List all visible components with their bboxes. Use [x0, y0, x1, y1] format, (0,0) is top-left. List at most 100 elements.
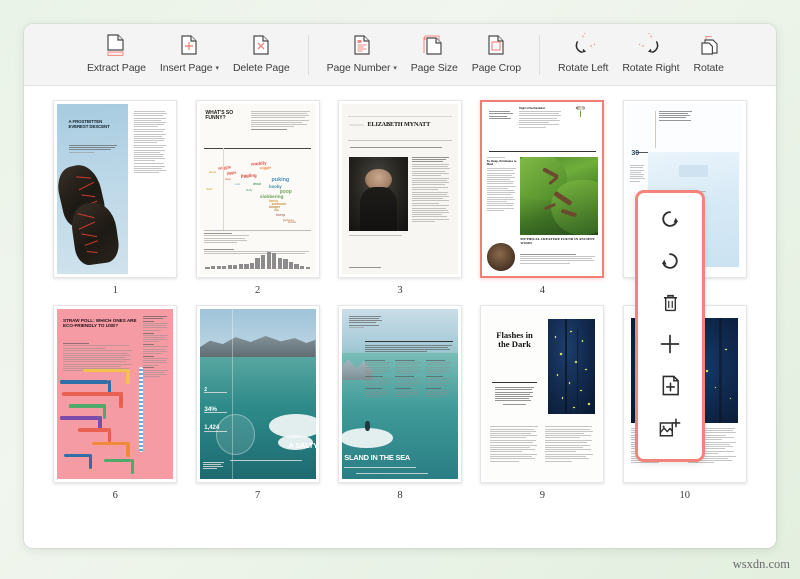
panel-insert-page-button[interactable] — [650, 371, 690, 405]
rotate-right-button[interactable]: Rotate Right — [615, 29, 686, 74]
page8-deck — [344, 467, 453, 469]
bar — [233, 265, 237, 269]
page-thumbnail-7[interactable]: 234%1,424 A SALTY — [196, 305, 320, 483]
page9-firefly-photo — [548, 319, 594, 414]
bar — [300, 266, 304, 269]
site-watermark: wsxdn.com — [733, 557, 790, 572]
straw-shape — [62, 392, 120, 396]
word-cloud-term: burp — [225, 178, 231, 181]
page-thumbnail-9[interactable]: Flashes in the Dark — [480, 305, 604, 483]
page8-kicker — [349, 316, 386, 329]
panel-delete-button[interactable] — [650, 288, 690, 322]
toolbar-group-rotate: Rotate Left Rotate Right — [551, 29, 731, 74]
rotate-right-label: Rotate Right — [622, 62, 679, 74]
page8-intro — [365, 345, 453, 354]
insert-page-button[interactable]: Insert Page▾ — [153, 29, 226, 74]
bar — [250, 263, 254, 269]
toolbar-group-page-layout: Page Number▾ Page Size — [320, 29, 528, 74]
page-number-label-10: 10 — [680, 490, 691, 501]
straw-bend — [131, 459, 135, 474]
straw-shape — [64, 454, 90, 458]
page-cell-2[interactable]: WHAT'S SO FUNNY? wigglewaddlywigglejiggl… — [186, 100, 328, 305]
page-cell-8[interactable]: SLAND IN THE SEA 8 — [329, 305, 471, 510]
page4-left-kicker — [489, 111, 515, 120]
word-cloud-term: snort — [234, 183, 240, 186]
chevron-down-icon[interactable]: ▾ — [216, 64, 219, 72]
bar — [205, 267, 209, 269]
page-cell-7[interactable]: 234%1,424 A SALTY — [186, 305, 328, 510]
page8-byline — [356, 473, 453, 475]
page2-intro — [251, 111, 311, 131]
page7-caption — [203, 462, 226, 471]
insert-page-icon — [178, 31, 200, 59]
word-cloud-term: wiggle — [218, 164, 232, 171]
straw-bend — [126, 369, 130, 384]
bar — [239, 264, 243, 268]
page4-mantis-photo — [520, 157, 598, 235]
insert-page-label: Insert Page▾ — [160, 62, 219, 74]
page-number-label-9: 9 — [540, 490, 545, 501]
word-cloud-term: jiggle — [227, 171, 237, 176]
bar — [283, 259, 287, 268]
page-action-panel — [635, 190, 705, 462]
page-cell-3[interactable]: ELIZABETH MYNATT — [329, 100, 471, 305]
page-number-label: Page Number▾ — [327, 62, 397, 74]
page5-left-column — [630, 165, 645, 183]
page-number-label-2: 2 — [255, 285, 260, 296]
toolbar-group-page-actions: Extract Page Insert Page▾ — [80, 29, 297, 74]
page-thumbnail-4[interactable]: Flight of the Dandelion — [480, 100, 604, 278]
rotate-left-icon — [659, 250, 681, 277]
word-cloud-term: barf — [207, 187, 213, 191]
page-cell-6[interactable]: STRAW POLL: WHICH ONES ARE ECO-FRIENDLY … — [44, 305, 186, 510]
page-cell-4[interactable]: Flight of the Dandelion — [471, 100, 613, 305]
page4-primate-photo — [487, 243, 515, 270]
page-number-label-1: 1 — [113, 285, 118, 296]
page1-headline: A FROSTBITTEN EVEREST DESCENT — [69, 119, 120, 129]
page-number-button[interactable]: Page Number▾ — [320, 29, 404, 74]
panel-add-button[interactable] — [650, 330, 690, 364]
page9-deck — [495, 387, 534, 406]
page-number-label-8: 8 — [397, 490, 402, 501]
page4-dandelion-photo — [566, 106, 596, 118]
word-cloud-axis — [223, 148, 224, 230]
page7-deck — [230, 460, 314, 462]
rotate-right-icon — [659, 208, 681, 235]
page-thumbnail-grid[interactable]: A FROSTBITTEN EVEREST DESCENT — [24, 86, 776, 548]
page-size-button[interactable]: Page Size — [404, 29, 465, 74]
bar — [255, 258, 259, 269]
page-number-label-3: 3 — [397, 285, 402, 296]
word-cloud-term: jiggling — [241, 173, 257, 179]
page9-body-columns — [490, 426, 594, 474]
bar — [278, 258, 282, 269]
page-thumbnail-2[interactable]: WHAT'S SO FUNNY? wigglewaddlywigglejiggl… — [196, 100, 320, 278]
page2-headline: WHAT'S SO FUNNY? — [205, 111, 247, 122]
rotate-left-label: Rotate Left — [558, 62, 608, 74]
page3-byline — [350, 147, 450, 149]
word-cloud-term: tofu — [274, 208, 279, 212]
panel-rotate-left-button[interactable] — [650, 246, 690, 280]
page3-kicker — [349, 124, 364, 127]
chevron-down-icon[interactable]: ▾ — [393, 64, 396, 72]
word-cloud-term: fluffy — [246, 189, 252, 192]
straw-bend — [119, 392, 123, 407]
page-number-label-4: 4 — [540, 285, 545, 296]
panel-insert-image-button[interactable] — [650, 413, 690, 447]
page-number-icon — [351, 31, 373, 59]
page9-headline: Flashes in the Dark — [492, 331, 536, 349]
page-thumbnail-1[interactable]: A FROSTBITTEN EVEREST DESCENT — [53, 100, 177, 278]
delete-page-button[interactable]: Delete Page — [226, 29, 297, 74]
page-cell-1[interactable]: A FROSTBITTEN EVEREST DESCENT — [44, 100, 186, 305]
page2-word-cloud: wigglewaddlywigglejigglejigglingpukingpa… — [200, 148, 316, 230]
page-cell-9[interactable]: Flashes in the Dark — [471, 305, 613, 510]
rotate-pages-button[interactable]: Rotate — [687, 29, 731, 74]
page-thumbnail-3[interactable]: ELIZABETH MYNATT — [338, 100, 462, 278]
page-thumbnail-6[interactable]: STRAW POLL: WHICH ONES ARE ECO-FRIENDLY … — [53, 305, 177, 483]
extract-page-button[interactable]: Extract Page — [80, 29, 153, 74]
page7-stat-caption — [204, 412, 227, 413]
rotate-left-button[interactable]: Rotate Left — [551, 29, 615, 74]
page-size-label: Page Size — [411, 62, 458, 74]
panel-rotate-right-button[interactable] — [650, 205, 690, 239]
bar — [289, 262, 293, 269]
page-crop-button[interactable]: Page Crop — [465, 29, 528, 74]
page-thumbnail-8[interactable]: SLAND IN THE SEA — [338, 305, 462, 483]
